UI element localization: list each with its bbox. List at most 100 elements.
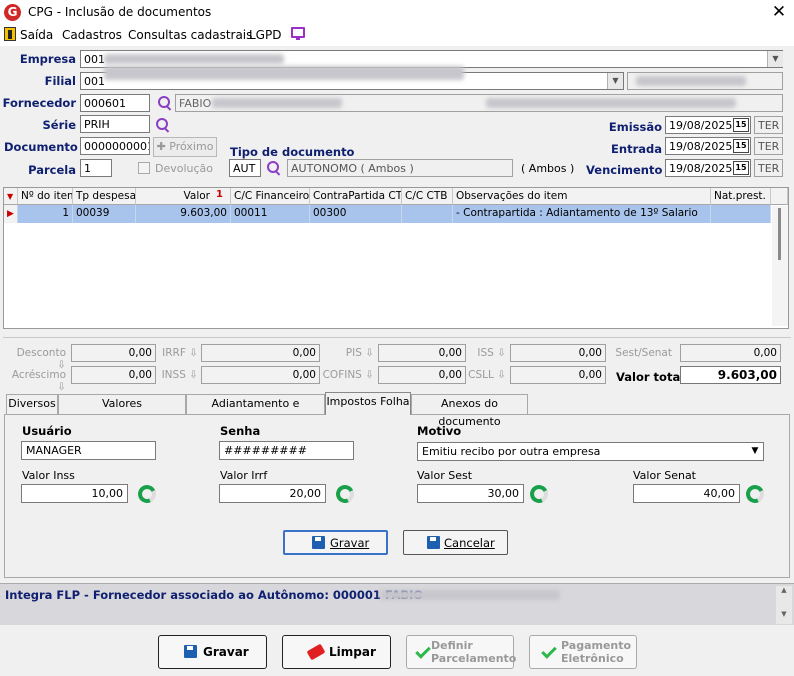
save-icon	[184, 645, 197, 658]
tab-adiantamento[interactable]: Adiantamento e devolução	[186, 394, 325, 428]
tab-impostos-folha[interactable]: Impostos Folha	[325, 392, 411, 415]
csll-field: 0,00	[510, 366, 606, 384]
table-cell-tp[interactable]: 00039	[73, 205, 136, 223]
tab-diversos[interactable]: Diversos	[6, 394, 58, 414]
table-cell-obs[interactable]: - Contrapartida : Adiantamento de 13º Sa…	[453, 205, 711, 223]
table-cell-cc-ctb[interactable]	[402, 205, 453, 223]
valor-sest-label: Valor Sest	[417, 469, 473, 482]
definir-parcelamento-button[interactable]: Definir Parcelamento	[406, 635, 516, 669]
menu-saida[interactable]: Saída	[20, 28, 53, 42]
irrf-label: IRRF ⇩	[162, 347, 198, 359]
desconto-field: 0,00	[71, 344, 156, 362]
serie-label: Série	[42, 118, 77, 132]
devolucao-label: Devolução	[155, 162, 214, 175]
iss-field: 0,00	[510, 344, 606, 362]
valor-irrf-input[interactable]: 20,00	[219, 484, 326, 503]
scrollbar-thumb[interactable]	[778, 208, 781, 260]
parcela-label: Parcela	[28, 163, 76, 177]
sort-indicator-icon: 1	[216, 189, 223, 200]
menu-cadastros[interactable]: Cadastros	[62, 28, 122, 42]
valor-senat-label: Valor Senat	[633, 469, 696, 482]
table-cell-item[interactable]: 1	[18, 205, 73, 223]
status-scrollbar[interactable]: ▲ ▼	[776, 586, 792, 624]
pis-label: PIS ⇩	[345, 347, 374, 359]
grid-header-item[interactable]: Nº do item	[18, 188, 73, 205]
filial-name-redacted	[104, 66, 464, 80]
serie-input[interactable]: PRIH	[80, 115, 150, 133]
vencimento-label: Vencimento	[586, 163, 663, 177]
desconto-label: Desconto ⇩	[16, 347, 66, 371]
documento-label: Documento	[4, 140, 78, 154]
menu-lgpd[interactable]: LGPD	[249, 28, 281, 42]
table-cell-cc-fin[interactable]: 00011	[231, 205, 310, 223]
grid-header-tp[interactable]: Tp despesa	[73, 188, 136, 205]
grid-header-nat[interactable]: Nat.prest.	[711, 188, 771, 205]
row-pointer: ▶	[4, 205, 18, 223]
devolucao-checkbox[interactable]	[138, 162, 150, 174]
exit-icon[interactable]	[4, 27, 16, 41]
search-icon[interactable]	[157, 95, 172, 110]
entrada-label: Entrada	[611, 142, 662, 156]
items-grid[interactable]: ▼ Nº do item Tp despesa Valor 1 C/C Fina…	[3, 187, 789, 329]
grid-header-filler	[771, 188, 788, 205]
tipo-doc-code-input[interactable]: AUT	[229, 159, 261, 177]
inss-field: 0,00	[201, 366, 320, 384]
grid-header-contra[interactable]: ContraPartida CTB	[310, 188, 402, 205]
valor-inss-label: Valor Inss	[22, 469, 75, 482]
grid-scrollbar[interactable]	[772, 206, 788, 326]
chevron-down-icon[interactable]: ▼	[607, 73, 623, 89]
window-title: CPG - Inclusão de documentos	[28, 5, 212, 19]
table-cell-valor[interactable]: 9.603,00	[136, 205, 231, 223]
pagamento-eletronico-button[interactable]: Pagamento Eletrônico	[529, 635, 637, 669]
emissao-weekday: TER	[754, 116, 783, 134]
motivo-select[interactable]: Emitiu recibo por outra empresa	[417, 442, 764, 461]
iss-label: ISS ⇩	[477, 347, 506, 359]
search-icon[interactable]	[266, 160, 281, 175]
motivo-label: Motivo	[417, 424, 462, 438]
gravar-button[interactable]: Gravar	[158, 635, 267, 669]
calendar-icon[interactable]: 15	[733, 161, 749, 175]
usuario-label: Usuário	[22, 424, 72, 438]
tab-anexos[interactable]: Anexos do documento	[411, 394, 528, 428]
limpar-button[interactable]: Limpar	[282, 635, 391, 669]
fornecedor-name-redacted	[212, 98, 342, 108]
calendar-icon[interactable]: 15	[733, 139, 749, 153]
menu-consultas[interactable]: Consultas cadastrais	[128, 28, 252, 42]
valor-sest-input[interactable]: 30,00	[417, 484, 524, 503]
fornecedor-label: Fornecedor	[2, 96, 76, 110]
grid-header-cc-fin[interactable]: C/C Financeiro	[231, 188, 310, 205]
check-icon	[415, 643, 431, 659]
table-cell-nat[interactable]	[711, 205, 771, 223]
monitor-icon[interactable]	[291, 27, 305, 40]
pis-field: 0,00	[378, 344, 466, 362]
search-icon[interactable]	[155, 117, 170, 132]
eraser-icon	[306, 643, 326, 661]
valor-senat-input[interactable]: 40,00	[633, 484, 740, 503]
senha-label: Senha	[220, 424, 261, 438]
usuario-input[interactable]: MANAGER	[21, 441, 156, 460]
valor-inss-input[interactable]: 10,00	[21, 484, 128, 503]
cnpj-redacted	[636, 76, 746, 86]
empresa-label: Empresa	[19, 52, 76, 66]
cofins-label: COFINS ⇩	[322, 369, 374, 381]
close-window-button[interactable]: ✕	[768, 2, 790, 22]
acrescimo-label: Acréscimo ⇩	[11, 369, 66, 393]
csll-label: CSLL ⇩	[468, 369, 506, 381]
parcela-input[interactable]: 1	[80, 159, 112, 177]
chevron-down-icon[interactable]: ▼	[747, 443, 763, 460]
senha-input[interactable]: #########	[219, 441, 354, 460]
calendar-icon[interactable]: 15	[733, 118, 749, 132]
documento-input[interactable]: 0000000001	[80, 137, 150, 155]
tab-valores-complementares[interactable]: Valores complementares	[58, 394, 186, 428]
proximo-button[interactable]: ✚ Próximo	[153, 137, 217, 157]
chevron-down-icon[interactable]: ▼	[767, 51, 783, 67]
impostos-cancelar-button[interactable]: Cancelar	[403, 530, 508, 555]
impostos-gravar-button[interactable]: Gravar	[283, 530, 388, 555]
table-cell-contra[interactable]: 00300	[310, 205, 402, 223]
grid-header-cc-ctb[interactable]: C/C CTB	[402, 188, 453, 205]
grid-header-obs[interactable]: Observações do item	[453, 188, 711, 205]
status-redacted	[380, 590, 560, 600]
fornecedor-code-input[interactable]: 000601	[80, 94, 150, 112]
valor-irrf-label: Valor Irrf	[220, 469, 268, 482]
app-logo-icon: G	[4, 4, 21, 21]
